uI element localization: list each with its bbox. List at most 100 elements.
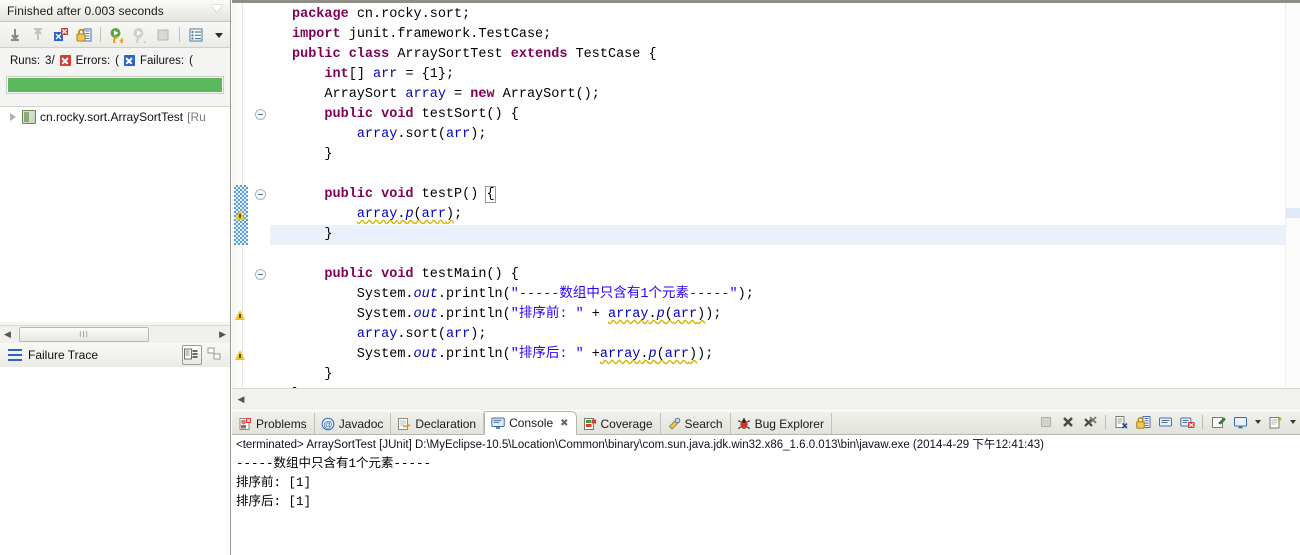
code-line[interactable]: array.sort(arr);	[270, 325, 1300, 345]
code-line[interactable]	[270, 245, 1300, 265]
code-line[interactable]: public void testSort() {	[270, 105, 1300, 125]
tab-label: Coverage	[600, 416, 653, 431]
tab-declaration[interactable]: Declaration	[391, 413, 485, 434]
open-console-dropdown[interactable]	[1287, 412, 1298, 432]
junit-tree-hscrollbar[interactable]: ◀ III ▶	[0, 325, 230, 343]
display-selected-console-button[interactable]	[1230, 412, 1250, 432]
editor-hscroll-left-arrow-icon[interactable]: ◀	[232, 394, 250, 405]
view-menu-triangle-icon[interactable]	[211, 5, 223, 12]
test-run-history-icon[interactable]	[186, 25, 206, 44]
code-line[interactable]: System.out.println("-----数组中只含有1个元素-----…	[270, 285, 1300, 305]
show-console-on-output-button[interactable]	[1155, 412, 1175, 432]
code-token: ArraySort();	[502, 87, 600, 102]
junit-test-tree[interactable]: cn.rocky.sort.ArraySortTest [Ru	[0, 106, 230, 322]
scroll-lock-icon[interactable]	[74, 25, 94, 44]
rerun-test-icon[interactable]	[107, 25, 127, 44]
clear-console-button[interactable]	[1111, 412, 1131, 432]
scroll-lock-button[interactable]	[1133, 412, 1153, 432]
failure-trace-actions	[182, 345, 230, 365]
rerun-failed-tests-icon[interactable]	[130, 25, 150, 44]
editor-folding-ruler[interactable]	[252, 3, 270, 388]
close-icon[interactable]: ✖	[560, 418, 568, 429]
code-token: =	[445, 87, 471, 102]
fold-collapse-icon[interactable]	[255, 269, 266, 280]
tab-coverage[interactable]: Coverage	[576, 413, 661, 434]
code-line[interactable]: public void testP() {	[270, 185, 1300, 205]
code-line[interactable]: import junit.framework.TestCase;	[270, 25, 1300, 45]
junit-status-title: Finished after 0.003 seconds	[7, 3, 164, 18]
code-line[interactable]: array.p(arr);	[270, 205, 1300, 225]
terminate-button[interactable]	[1036, 412, 1056, 432]
open-console-button[interactable]	[1265, 412, 1285, 432]
code-line[interactable]: }	[270, 145, 1300, 165]
svg-text:@: @	[323, 419, 332, 429]
display-selected-console-dropdown[interactable]	[1252, 412, 1263, 432]
view-dropdown-arrow-icon[interactable]	[209, 25, 229, 44]
code-line[interactable]: array.sort(arr);	[270, 125, 1300, 145]
code-line[interactable]: System.out.println("排序前: " + array.p(arr…	[270, 305, 1300, 325]
code-line[interactable]: public void testMain() {	[270, 265, 1300, 285]
code-line[interactable]: int[] arr = {1};	[270, 65, 1300, 85]
code-line[interactable]: ArraySort array = new ArraySort();	[270, 85, 1300, 105]
editor-text-area[interactable]: package cn.rocky.sort; import junit.frame…	[270, 3, 1300, 388]
code-token: );	[470, 127, 487, 142]
junit-counters: Runs: 3/ Errors: ( Failures: (	[0, 48, 230, 73]
warning-icon[interactable]	[234, 308, 248, 322]
hscroll-thumb[interactable]: III	[19, 327, 149, 342]
code-line[interactable]: }	[270, 365, 1300, 385]
code-line[interactable]: public class ArraySortTest extends TestC…	[270, 45, 1300, 65]
editor-hscrollbar[interactable]: ◀	[232, 388, 1300, 410]
show-console-on-error-button[interactable]	[1177, 412, 1197, 432]
code-token: array	[607, 307, 649, 322]
warning-icon[interactable]	[234, 208, 248, 222]
console-output-line: 排序前: [1]	[236, 476, 312, 490]
runs-label: Runs:	[10, 54, 41, 67]
tab-label: Problems	[256, 416, 307, 431]
remove-all-terminated-button[interactable]	[1080, 412, 1100, 432]
pin-console-button[interactable]	[1208, 412, 1228, 432]
toolbar-separator-2	[179, 27, 180, 42]
code-line[interactable]	[270, 165, 1300, 185]
stop-icon[interactable]	[153, 25, 173, 44]
console-output-area[interactable]: -----数组中只含有1个元素----- 排序前: [1] 排序后: [1]	[232, 453, 1300, 555]
code-token: public void	[324, 107, 422, 122]
eclipse-workbench-window: Finished after 0.003 seconds Runs: 3/ Er…	[0, 0, 1300, 555]
code-token: "-----数组中只含有1个元素-----"	[510, 287, 738, 302]
code-line[interactable]: System.out.println("排序后: " +array.p(arr)…	[270, 345, 1300, 365]
editor-overview-ruler[interactable]	[1285, 3, 1300, 388]
tab-bug-explorer[interactable]: Bug Explorer	[730, 413, 832, 434]
next-failed-test-icon[interactable]	[5, 25, 25, 44]
collapsed-arrow-icon[interactable]	[10, 113, 16, 121]
tab-label: Console	[509, 416, 554, 430]
hscroll-right-arrow-icon[interactable]: ▶	[219, 329, 226, 340]
code-token: cn.rocky.sort;	[356, 7, 471, 22]
chevron-down-icon	[1254, 420, 1261, 424]
code-token: )	[689, 347, 698, 362]
fold-collapse-icon[interactable]	[255, 109, 266, 120]
code-token: public void	[324, 187, 422, 202]
previous-failed-test-icon[interactable]	[28, 25, 48, 44]
stack-trace-filter-button[interactable]	[206, 346, 224, 364]
code-line[interactable]: }	[270, 225, 1300, 245]
fold-collapse-icon[interactable]	[255, 189, 266, 200]
console-panel: Problems @ Javadoc Declaration Console ✖ Cover…	[232, 411, 1300, 555]
chevron-down-icon-2	[1289, 420, 1296, 424]
list-item[interactable]: cn.rocky.sort.ArraySortTest [Ru	[0, 107, 230, 127]
failure-trace-list-icon	[8, 348, 22, 362]
coverage-icon	[583, 417, 597, 431]
java-code-editor[interactable]: package cn.rocky.sort; import junit.frame…	[232, 0, 1300, 410]
warning-icon[interactable]	[234, 348, 248, 362]
compare-result-button[interactable]	[182, 345, 202, 365]
tab-console[interactable]: Console ✖	[484, 411, 577, 435]
show-failures-only-icon[interactable]	[51, 25, 71, 44]
tab-search[interactable]: Search	[660, 413, 731, 434]
tab-problems[interactable]: Problems	[232, 413, 315, 434]
remove-launch-button[interactable]	[1058, 412, 1078, 432]
hscroll-left-arrow-icon[interactable]: ◀	[0, 327, 15, 342]
code-token: []	[348, 67, 374, 82]
tab-javadoc[interactable]: @ Javadoc	[314, 413, 392, 434]
code-line[interactable]: package cn.rocky.sort;	[270, 5, 1300, 25]
code-token: );	[470, 327, 487, 342]
